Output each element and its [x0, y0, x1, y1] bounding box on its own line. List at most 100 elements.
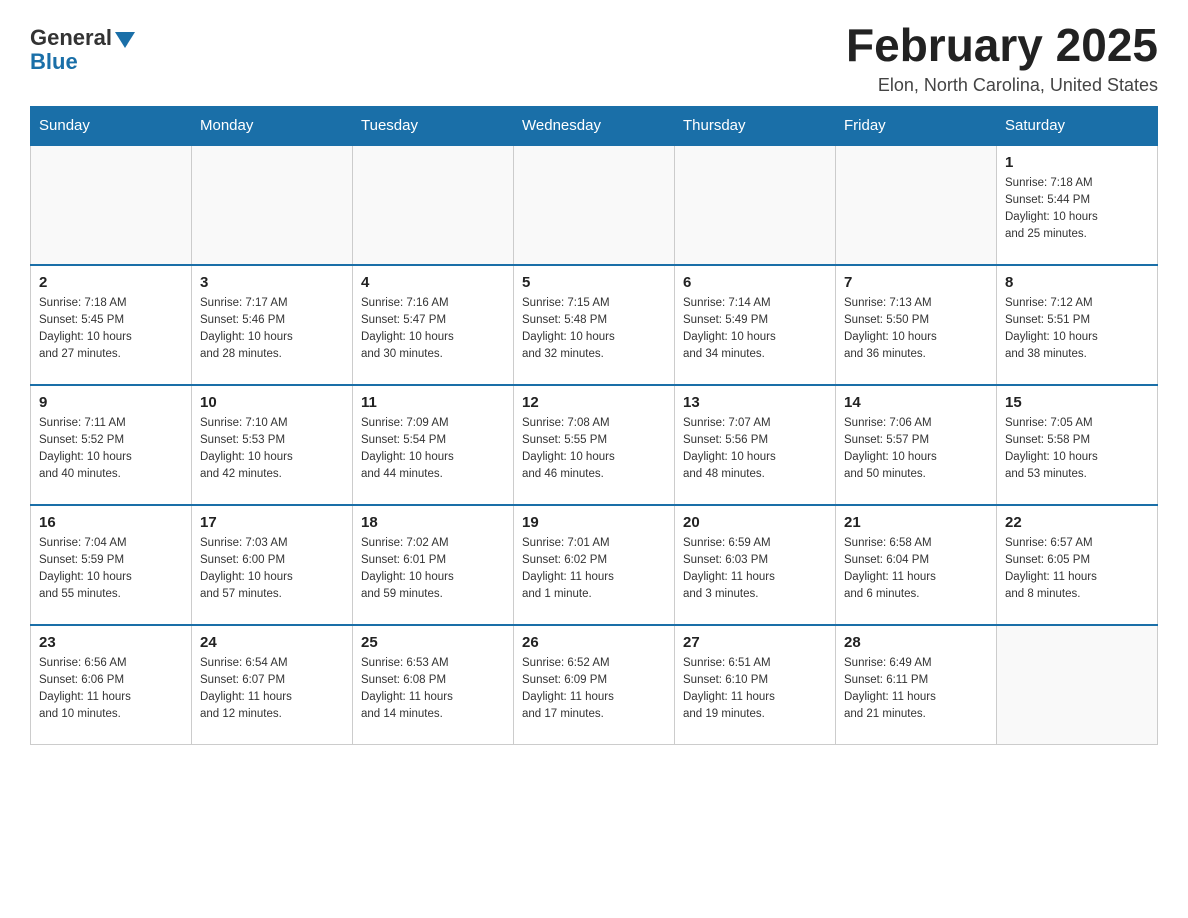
calendar-cell: 26 Sunrise: 6:52 AMSunset: 6:09 PMDayligh… — [514, 625, 675, 745]
day-info: Sunrise: 7:06 AMSunset: 5:57 PMDaylight:… — [844, 415, 988, 484]
day-info: Sunrise: 6:52 AMSunset: 6:09 PMDaylight:… — [522, 655, 666, 724]
day-info: Sunrise: 6:53 AMSunset: 6:08 PMDaylight:… — [361, 655, 505, 724]
logo-general-text: General — [30, 25, 112, 51]
day-number: 19 — [522, 514, 666, 531]
day-number: 9 — [39, 394, 183, 411]
day-number: 20 — [683, 514, 827, 531]
calendar-cell: 13Sunrise: 7:07 AMSunset: 5:56 PMDayligh… — [675, 385, 836, 505]
day-number: 8 — [1005, 274, 1149, 291]
day-number: 1 — [1005, 154, 1149, 171]
calendar-cell — [514, 145, 675, 265]
week-row-4: 23Sunrise: 6:56 AMSunset: 6:06 PMDayligh… — [31, 625, 1158, 745]
day-of-week-saturday: Saturday — [997, 106, 1158, 145]
day-number: 6 — [683, 274, 827, 291]
location-text: Elon, North Carolina, United States — [846, 75, 1158, 96]
calendar-cell: 27Sunrise: 6:51 AMSunset: 6:10 PMDayligh… — [675, 625, 836, 745]
day-number: 24 — [200, 634, 344, 651]
day-number: 26 — [522, 634, 666, 651]
day-number: 2 — [39, 274, 183, 291]
calendar-cell: 2 Sunrise: 7:18 AMSunset: 5:45 PMDaylight… — [31, 265, 192, 385]
day-info: Sunrise: 6:57 AMSunset: 6:05 PMDaylight:… — [1005, 535, 1149, 604]
calendar-cell — [836, 145, 997, 265]
title-section: February 2025 Elon, North Carolina, Unit… — [846, 20, 1158, 96]
week-row-1: 2 Sunrise: 7:18 AMSunset: 5:45 PMDaylight… — [31, 265, 1158, 385]
calendar-cell: 17 Sunrise: 7:03 AMSunset: 6:00 PMDayligh… — [192, 505, 353, 625]
day-of-week-thursday: Thursday — [675, 106, 836, 145]
calendar-cell — [675, 145, 836, 265]
day-number: 4 — [361, 274, 505, 291]
calendar-cell: 20 Sunrise: 6:59 AMSunset: 6:03 PMDayligh… — [675, 505, 836, 625]
day-info: Sunrise: 7:01 AMSunset: 6:02 PMDaylight:… — [522, 535, 666, 604]
logo-blue-text: Blue — [30, 49, 78, 75]
week-row-0: 1 Sunrise: 7:18 AMSunset: 5:44 PMDaylight… — [31, 145, 1158, 265]
day-info: Sunrise: 7:18 AMSunset: 5:45 PMDaylight:… — [39, 295, 183, 364]
day-of-week-wednesday: Wednesday — [514, 106, 675, 145]
day-info: Sunrise: 7:13 AMSunset: 5:50 PMDaylight:… — [844, 295, 988, 364]
day-number: 15 — [1005, 394, 1149, 411]
calendar-cell: 18 Sunrise: 7:02 AMSunset: 6:01 PMDayligh… — [353, 505, 514, 625]
calendar-cell: 4 Sunrise: 7:16 AMSunset: 5:47 PMDaylight… — [353, 265, 514, 385]
calendar-cell: 8 Sunrise: 7:12 AMSunset: 5:51 PMDaylight… — [997, 265, 1158, 385]
day-number: 18 — [361, 514, 505, 531]
day-of-week-friday: Friday — [836, 106, 997, 145]
calendar-cell: 28 Sunrise: 6:49 AMSunset: 6:11 PMDayligh… — [836, 625, 997, 745]
logo: General Blue — [30, 20, 135, 75]
day-info: Sunrise: 7:17 AMSunset: 5:46 PMDaylight:… — [200, 295, 344, 364]
calendar-cell: 10 Sunrise: 7:10 AMSunset: 5:53 PMDayligh… — [192, 385, 353, 505]
day-info: Sunrise: 6:58 AMSunset: 6:04 PMDaylight:… — [844, 535, 988, 604]
calendar-cell: 25 Sunrise: 6:53 AMSunset: 6:08 PMDayligh… — [353, 625, 514, 745]
calendar-cell — [997, 625, 1158, 745]
logo-triangle-icon — [115, 32, 135, 48]
day-info: Sunrise: 7:10 AMSunset: 5:53 PMDaylight:… — [200, 415, 344, 484]
month-title: February 2025 — [846, 20, 1158, 71]
day-of-week-sunday: Sunday — [31, 106, 192, 145]
calendar-cell: 12 Sunrise: 7:08 AMSunset: 5:55 PMDayligh… — [514, 385, 675, 505]
calendar-cell: 7Sunrise: 7:13 AMSunset: 5:50 PMDaylight… — [836, 265, 997, 385]
calendar-header: SundayMondayTuesdayWednesdayThursdayFrid… — [31, 106, 1158, 145]
calendar-cell: 24Sunrise: 6:54 AMSunset: 6:07 PMDayligh… — [192, 625, 353, 745]
days-of-week-row: SundayMondayTuesdayWednesdayThursdayFrid… — [31, 106, 1158, 145]
day-number: 28 — [844, 634, 988, 651]
day-number: 17 — [200, 514, 344, 531]
calendar-body: 1 Sunrise: 7:18 AMSunset: 5:44 PMDaylight… — [31, 145, 1158, 745]
calendar-cell: 22 Sunrise: 6:57 AMSunset: 6:05 PMDayligh… — [997, 505, 1158, 625]
day-number: 22 — [1005, 514, 1149, 531]
calendar-cell — [353, 145, 514, 265]
day-of-week-monday: Monday — [192, 106, 353, 145]
day-info: Sunrise: 7:08 AMSunset: 5:55 PMDaylight:… — [522, 415, 666, 484]
day-info: Sunrise: 7:16 AMSunset: 5:47 PMDaylight:… — [361, 295, 505, 364]
day-info: Sunrise: 6:59 AMSunset: 6:03 PMDaylight:… — [683, 535, 827, 604]
calendar-cell: 11 Sunrise: 7:09 AMSunset: 5:54 PMDayligh… — [353, 385, 514, 505]
day-info: Sunrise: 7:02 AMSunset: 6:01 PMDaylight:… — [361, 535, 505, 604]
day-number: 21 — [844, 514, 988, 531]
day-number: 12 — [522, 394, 666, 411]
calendar-cell — [192, 145, 353, 265]
day-number: 25 — [361, 634, 505, 651]
day-info: Sunrise: 7:03 AMSunset: 6:00 PMDaylight:… — [200, 535, 344, 604]
calendar-table: SundayMondayTuesdayWednesdayThursdayFrid… — [30, 106, 1158, 746]
calendar-cell: 3 Sunrise: 7:17 AMSunset: 5:46 PMDaylight… — [192, 265, 353, 385]
calendar-cell: 23Sunrise: 6:56 AMSunset: 6:06 PMDayligh… — [31, 625, 192, 745]
calendar-cell: 1 Sunrise: 7:18 AMSunset: 5:44 PMDaylight… — [997, 145, 1158, 265]
day-number: 10 — [200, 394, 344, 411]
day-info: Sunrise: 7:12 AMSunset: 5:51 PMDaylight:… — [1005, 295, 1149, 364]
day-info: Sunrise: 7:18 AMSunset: 5:44 PMDaylight:… — [1005, 175, 1149, 244]
calendar-cell: 9 Sunrise: 7:11 AMSunset: 5:52 PMDaylight… — [31, 385, 192, 505]
day-info: Sunrise: 7:14 AMSunset: 5:49 PMDaylight:… — [683, 295, 827, 364]
calendar-cell: 14Sunrise: 7:06 AMSunset: 5:57 PMDayligh… — [836, 385, 997, 505]
day-info: Sunrise: 7:04 AMSunset: 5:59 PMDaylight:… — [39, 535, 183, 604]
day-number: 3 — [200, 274, 344, 291]
calendar-cell: 5Sunrise: 7:15 AMSunset: 5:48 PMDaylight… — [514, 265, 675, 385]
calendar-cell: 21 Sunrise: 6:58 AMSunset: 6:04 PMDayligh… — [836, 505, 997, 625]
day-number: 11 — [361, 394, 505, 411]
calendar-cell: 6 Sunrise: 7:14 AMSunset: 5:49 PMDaylight… — [675, 265, 836, 385]
day-of-week-tuesday: Tuesday — [353, 106, 514, 145]
day-info: Sunrise: 6:56 AMSunset: 6:06 PMDaylight:… — [39, 655, 183, 724]
day-info: Sunrise: 7:09 AMSunset: 5:54 PMDaylight:… — [361, 415, 505, 484]
day-info: Sunrise: 7:15 AMSunset: 5:48 PMDaylight:… — [522, 295, 666, 364]
day-info: Sunrise: 7:07 AMSunset: 5:56 PMDaylight:… — [683, 415, 827, 484]
day-info: Sunrise: 7:11 AMSunset: 5:52 PMDaylight:… — [39, 415, 183, 484]
day-number: 16 — [39, 514, 183, 531]
day-info: Sunrise: 6:49 AMSunset: 6:11 PMDaylight:… — [844, 655, 988, 724]
week-row-2: 9 Sunrise: 7:11 AMSunset: 5:52 PMDaylight… — [31, 385, 1158, 505]
